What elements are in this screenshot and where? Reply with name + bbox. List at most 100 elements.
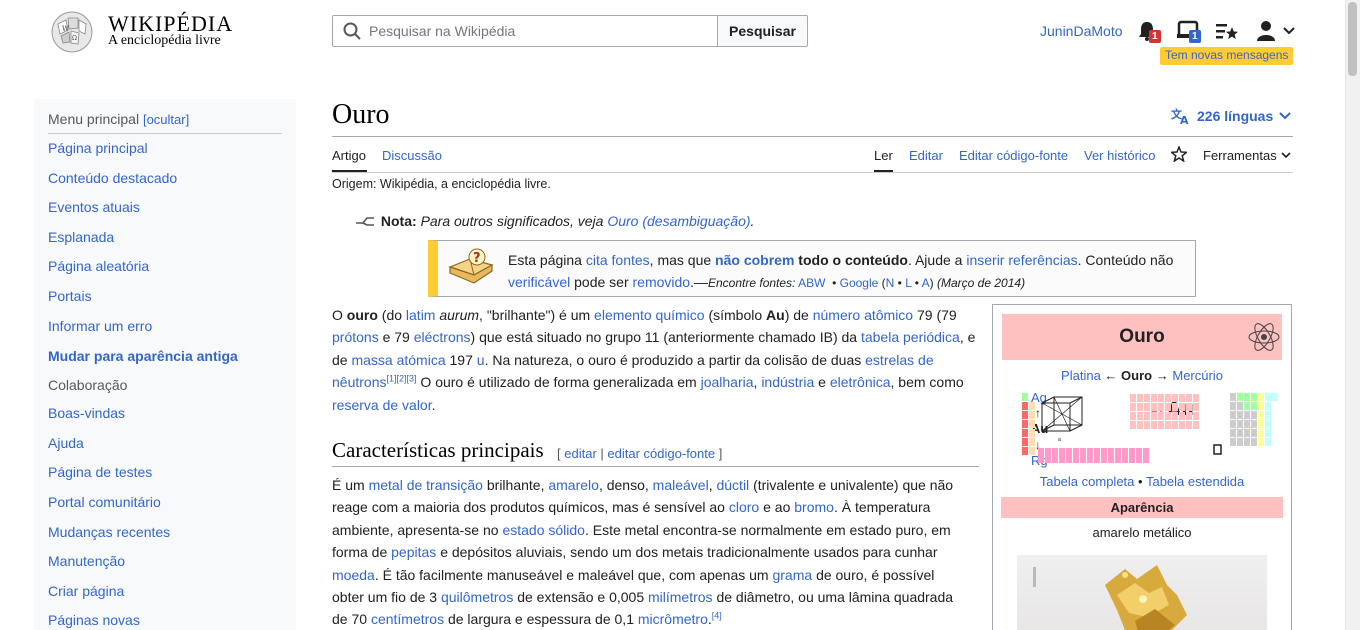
ref-1[interactable]: [1] — [386, 374, 396, 384]
ptable-cell — [1258, 438, 1264, 446]
nuggets-link[interactable]: pepitas — [391, 544, 436, 560]
language-button[interactable]: 文 A 226 línguas — [1171, 107, 1291, 125]
ref-3[interactable]: [3] — [407, 374, 417, 384]
tab-article[interactable]: Artigo — [332, 148, 366, 163]
sidebar-item-portals[interactable]: Portais — [48, 288, 92, 304]
prev-element-link[interactable]: Platina — [1061, 368, 1101, 383]
user-page-link[interactable]: JuninDaMoto — [1040, 23, 1123, 39]
gold-sample-image[interactable] — [1017, 555, 1267, 630]
ptable-cell — [1137, 394, 1143, 402]
removed-link[interactable]: removido — [633, 274, 691, 290]
ambox-text-7: .— — [690, 274, 708, 290]
ptable-cell — [1265, 438, 1271, 446]
sidebar-item-community-portal[interactable]: Portal comunitário — [48, 494, 161, 510]
sidebar-item-old-appearance[interactable]: Mudar para aparência antiga — [48, 348, 238, 364]
ptable-cell — [1108, 448, 1114, 456]
tab-talk[interactable]: Discussão — [382, 148, 442, 163]
page-scrollbar[interactable] — [1345, 0, 1360, 630]
gram-link[interactable]: grama — [772, 567, 812, 583]
sidebar-item-welcome[interactable]: Boas-vindas — [48, 405, 125, 421]
ptable-cell — [1237, 438, 1243, 446]
scrollbar-thumb[interactable] — [1348, 2, 1357, 76]
sidebar-item-village-pump[interactable]: Esplanada — [48, 229, 114, 245]
ductile-link[interactable]: dúctil — [716, 477, 749, 493]
tab-edit-source[interactable]: Editar código-fonte — [959, 148, 1068, 163]
new-messages-banner[interactable]: Tem novas mensagens — [1160, 47, 1294, 65]
hide-menu-link[interactable]: [ocultar] — [143, 112, 189, 127]
source-google-books-link[interactable]: L — [905, 276, 911, 290]
micrometer-link[interactable]: micrômetro — [638, 611, 708, 627]
watch-star-icon[interactable] — [1171, 146, 1187, 162]
extended-table-link[interactable]: Tabela estendida — [1146, 474, 1244, 489]
protons-link[interactable]: prótons — [332, 329, 379, 345]
section-edit-link[interactable]: editar — [564, 446, 597, 461]
industry-link[interactable]: indústria — [761, 374, 814, 390]
sidebar-item-random[interactable]: Página aleatória — [48, 258, 149, 274]
latin-link[interactable]: latim — [406, 307, 436, 323]
kilometers-link[interactable]: quilômetros — [441, 589, 513, 605]
centimeters-link[interactable]: centímetros — [371, 611, 444, 627]
jewelry-link[interactable]: joalharia — [701, 374, 754, 390]
insert-references-link[interactable]: inserir referências — [966, 252, 1077, 268]
electronics-link[interactable]: eletrônica — [830, 374, 891, 390]
store-of-value-link[interactable]: reserva de valor — [332, 397, 432, 413]
coin-link[interactable]: moeda — [332, 567, 375, 583]
atomic-number-link[interactable]: número atômico — [813, 307, 913, 323]
unit-link[interactable]: u — [477, 352, 485, 368]
tab-edit[interactable]: Editar — [909, 148, 943, 163]
sidebar-item-create-page[interactable]: Criar página — [48, 583, 124, 599]
watchlist-icon[interactable] — [1216, 21, 1238, 41]
sidebar-item-report-error[interactable]: Informar um erro — [48, 318, 152, 334]
malleable-link[interactable]: maleável — [653, 477, 709, 493]
sidebar-item-sandbox[interactable]: Página de testes — [48, 464, 152, 480]
tab-history[interactable]: Ver histórico — [1084, 148, 1156, 163]
solid-state-link[interactable]: estado sólido — [502, 522, 585, 538]
sidebar-item-recent-changes[interactable]: Mudanças recentes — [48, 524, 170, 540]
search-field[interactable] — [332, 15, 718, 47]
next-element-link[interactable]: Mercúrio — [1172, 368, 1223, 383]
electrons-link[interactable]: eléctrons — [414, 329, 471, 345]
bromine-link[interactable]: bromo — [794, 499, 834, 515]
cite-sources-link[interactable]: cita fontes — [586, 252, 650, 268]
ptable-cell — [1130, 412, 1136, 420]
ambox-text-2: , mas que — [649, 252, 712, 268]
ref-2[interactable]: [2] — [397, 374, 407, 384]
user-icon[interactable] — [1256, 20, 1278, 42]
search-button[interactable]: Pesquisar — [717, 15, 808, 47]
full-table-link[interactable]: Tabela completa — [1040, 474, 1135, 489]
tools-menu[interactable]: Ferramentas — [1203, 148, 1291, 163]
wikipedia-globe-logo[interactable]: W Ω — [48, 10, 96, 54]
chlorine-link[interactable]: cloro — [729, 499, 759, 515]
yellow-link[interactable]: amarelo — [548, 477, 599, 493]
source-google-scholar-link[interactable]: A — [922, 276, 930, 290]
intro-text: , "brilhante") é um — [479, 307, 591, 323]
ptable-cell — [1052, 455, 1058, 463]
source-abw-link[interactable]: ABW — [798, 276, 825, 290]
sidebar-item-featured[interactable]: Conteúdo destacado — [48, 170, 177, 186]
millimeters-link[interactable]: milímetros — [648, 589, 713, 605]
section-edit-source-link[interactable]: editar código-fonte — [607, 446, 715, 461]
transition-metal-link[interactable]: metal de transição — [369, 477, 483, 493]
ptable-cell — [1158, 412, 1164, 420]
sidebar-item-main-page[interactable]: Página principal — [48, 140, 148, 156]
sidebar-item-maintenance[interactable]: Manutenção — [48, 553, 125, 569]
gold-cell-highlight — [1213, 444, 1222, 455]
source-google-link[interactable]: Google — [840, 276, 879, 290]
source-google-news-link[interactable]: N — [886, 276, 895, 290]
periodic-table-link[interactable]: tabela periódica — [861, 329, 960, 345]
search-input[interactable] — [369, 23, 699, 39]
ref-4[interactable]: [4] — [712, 611, 722, 621]
periodic-table-thumbnail[interactable] — [1022, 393, 1280, 466]
not-cover-link[interactable]: não cobrem — [715, 252, 794, 268]
chemical-element-link[interactable]: elemento químico — [594, 307, 705, 323]
sidebar-item-current-events[interactable]: Eventos atuais — [48, 199, 140, 215]
chevron-down-icon[interactable] — [1283, 27, 1295, 35]
sidebar-item-help[interactable]: Ajuda — [48, 435, 84, 451]
verifiable-link[interactable]: verificável — [508, 274, 570, 290]
tab-read[interactable]: Ler — [874, 148, 893, 163]
gold-nugget-picture — [1033, 565, 1187, 630]
ptable-cell — [1144, 403, 1150, 411]
disambiguation-link[interactable]: Ouro (desambiguação) — [607, 213, 750, 229]
atomic-mass-link[interactable]: massa atómica — [351, 352, 445, 368]
sidebar-item-new-pages[interactable]: Páginas novas — [48, 612, 140, 628]
